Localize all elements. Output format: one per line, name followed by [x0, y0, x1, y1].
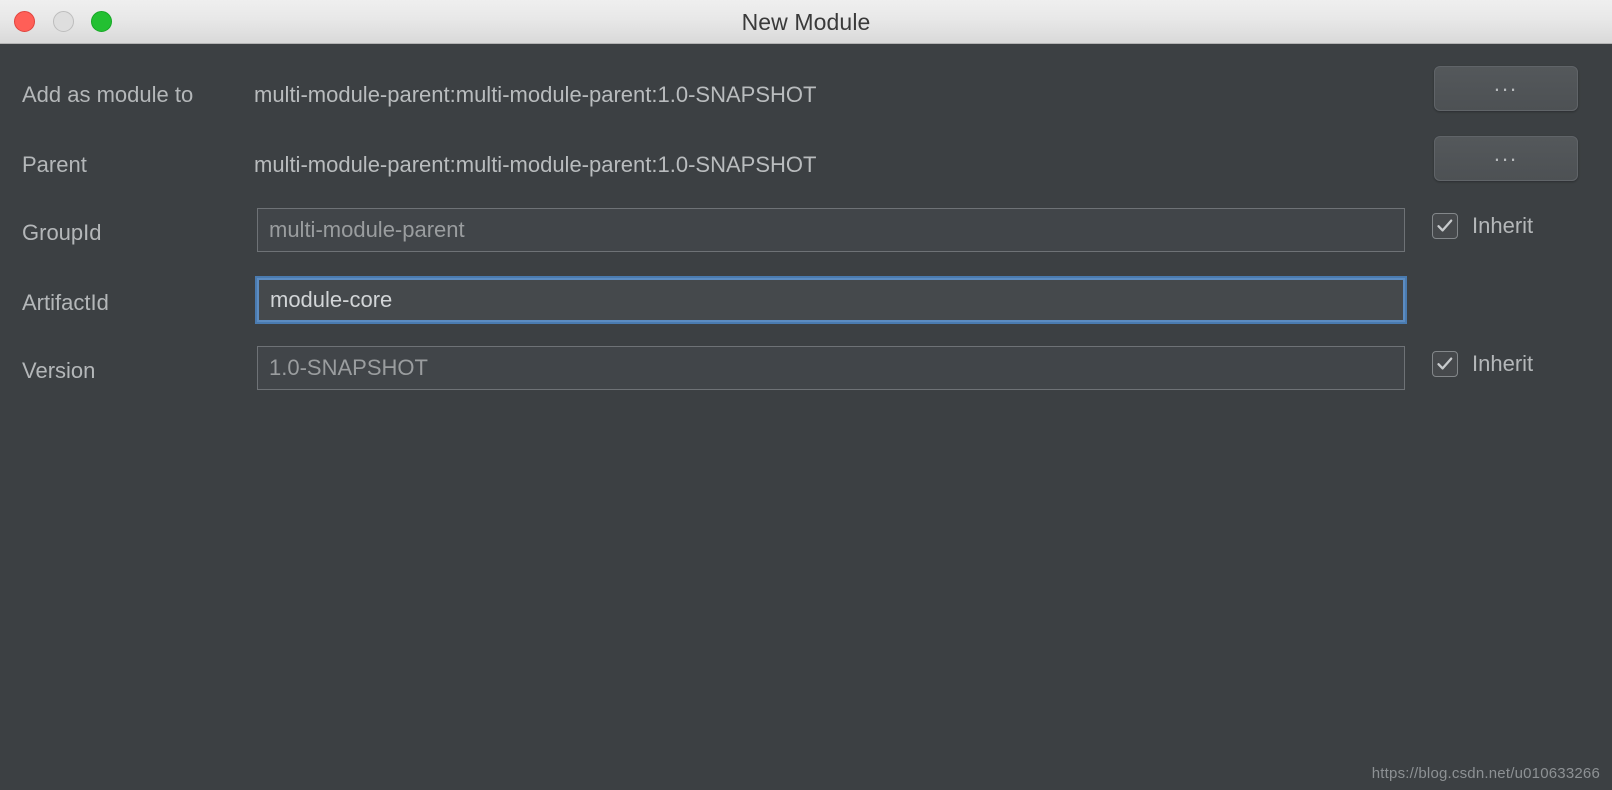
parent-browse-button[interactable]: ... — [1434, 136, 1578, 181]
artifact-id-input-text: module-core — [270, 287, 392, 313]
label-parent: Parent — [22, 152, 87, 178]
checkbox-checked-icon — [1432, 351, 1458, 377]
row-group-id: GroupId multi-module-parent Inherit — [0, 204, 1612, 260]
dialog-content: Add as module to multi-module-parent:mul… — [0, 44, 1612, 790]
artifact-id-input[interactable]: module-core — [257, 278, 1405, 322]
value-add-as-module-to: multi-module-parent:multi-module-parent:… — [254, 82, 816, 108]
version-input-text: 1.0-SNAPSHOT — [269, 355, 428, 381]
group-id-input[interactable]: multi-module-parent — [257, 208, 1405, 252]
label-version: Version — [22, 358, 95, 384]
row-version: Version 1.0-SNAPSHOT Inherit — [0, 342, 1612, 398]
watermark-text: https://blog.csdn.net/u010633266 — [1372, 765, 1600, 782]
row-artifact-id: ArtifactId module-core — [0, 274, 1612, 330]
value-parent: multi-module-parent:multi-module-parent:… — [254, 152, 816, 178]
label-add-as-module-to: Add as module to — [22, 82, 193, 108]
ellipsis-icon: ... — [1494, 78, 1518, 100]
label-group-id: GroupId — [22, 220, 102, 246]
version-inherit-label: Inherit — [1472, 351, 1533, 377]
group-id-inherit-checkbox[interactable]: Inherit — [1432, 213, 1533, 239]
version-input[interactable]: 1.0-SNAPSHOT — [257, 346, 1405, 390]
window-titlebar: New Module — [0, 0, 1612, 44]
ellipsis-icon: ... — [1494, 148, 1518, 170]
row-parent: Parent multi-module-parent:multi-module-… — [0, 136, 1612, 192]
checkbox-checked-icon — [1432, 213, 1458, 239]
group-id-input-text: multi-module-parent — [269, 217, 465, 243]
add-as-module-to-browse-button[interactable]: ... — [1434, 66, 1578, 111]
label-artifact-id: ArtifactId — [22, 290, 109, 316]
window-title: New Module — [0, 9, 1612, 36]
new-module-dialog: New Module Add as module to multi-module… — [0, 0, 1612, 790]
row-add-as-module-to: Add as module to multi-module-parent:mul… — [0, 66, 1612, 122]
version-inherit-checkbox[interactable]: Inherit — [1432, 351, 1533, 377]
group-id-inherit-label: Inherit — [1472, 213, 1533, 239]
